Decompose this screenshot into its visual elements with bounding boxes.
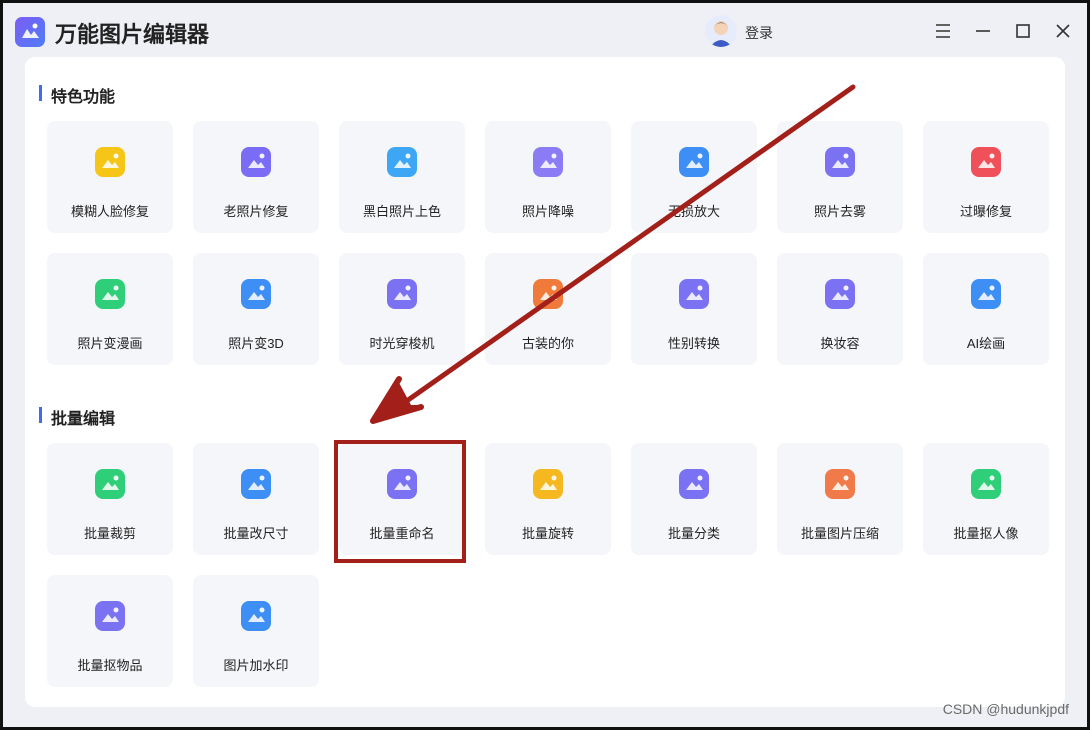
feature-card-label: 照片去雾 (813, 204, 866, 219)
login-link[interactable]: 登录 (745, 23, 773, 43)
feature-card-label: 批量裁剪 (83, 526, 136, 541)
feature-card-label: 批量旋转 (521, 526, 574, 541)
title-bar: 万能图片编辑器 登录 (3, 3, 1087, 59)
feature-card[interactable]: 无损放大 (631, 121, 757, 233)
feature-card[interactable]: 照片变漫画 (47, 253, 173, 365)
batch-crop-icon (93, 467, 127, 501)
section-title-batch: 批量编辑 (39, 405, 115, 429)
menu-button[interactable] (931, 19, 955, 43)
denoise-icon (531, 145, 565, 179)
defog-icon (823, 145, 857, 179)
maximize-button[interactable] (1011, 19, 1035, 43)
makeup-face-icon (823, 277, 857, 311)
feature-card[interactable]: 模糊人脸修复 (47, 121, 173, 233)
feature-card-label: 图片加水印 (223, 658, 289, 673)
feature-card-label: 批量图片压缩 (800, 526, 879, 541)
feature-card-label: 照片降噪 (521, 204, 574, 219)
feature-card[interactable]: 古装的你 (485, 253, 611, 365)
upscale-icon (677, 145, 711, 179)
close-button[interactable] (1051, 19, 1075, 43)
feature-card[interactable]: 图片加水印 (193, 575, 319, 687)
feature-card[interactable]: 批量抠人像 (923, 443, 1049, 555)
feature-card[interactable]: 性别转换 (631, 253, 757, 365)
feature-card[interactable]: 黑白照片上色 (339, 121, 465, 233)
batch-compress-icon (823, 467, 857, 501)
feature-card-label: 无损放大 (667, 204, 720, 219)
feature-card-label: 批量改尺寸 (223, 526, 289, 541)
app-logo-icon (15, 17, 45, 47)
feature-card-label: 批量分类 (667, 526, 720, 541)
feature-card-label: 性别转换 (667, 336, 720, 351)
feature-card[interactable]: 批量旋转 (485, 443, 611, 555)
batch-resize-icon (239, 467, 273, 501)
overexposure-repair-icon (969, 145, 1003, 179)
app-window: 万能图片编辑器 登录 特色功能 批量编辑 模糊人脸修复 老照片修复 黑白照片上色… (0, 0, 1090, 730)
feature-card[interactable]: 批量分类 (631, 443, 757, 555)
minimize-button[interactable] (971, 19, 995, 43)
watermark-text: CSDN @hudunkjpdf (942, 701, 1069, 717)
section-title-featured: 特色功能 (39, 83, 115, 107)
feature-card-label: 过曝修复 (959, 204, 1012, 219)
face-blur-repair-icon (93, 145, 127, 179)
feature-card[interactable]: 照片去雾 (777, 121, 903, 233)
feature-card-label: 批量抠物品 (77, 658, 143, 673)
app-title: 万能图片编辑器 (55, 22, 210, 47)
cube-3d-icon (239, 277, 273, 311)
user-avatar-icon[interactable] (705, 15, 737, 47)
feature-card[interactable]: 过曝修复 (923, 121, 1049, 233)
feature-card[interactable]: 批量图片压缩 (777, 443, 903, 555)
main-panel: 特色功能 批量编辑 模糊人脸修复 老照片修复 黑白照片上色 照片降噪 无损放大 照片去雾 过… (25, 57, 1065, 707)
feature-card-label: 老照片修复 (223, 204, 289, 219)
minimize-icon (976, 30, 990, 32)
batch-rotate-icon (531, 467, 565, 501)
add-watermark-icon (239, 599, 273, 633)
feature-card-label: 照片变3D (228, 336, 284, 351)
feature-card[interactable]: 批量抠物品 (47, 575, 173, 687)
feature-card[interactable]: 照片变3D (193, 253, 319, 365)
feature-card-label: 换妆容 (820, 336, 860, 351)
feature-card[interactable]: 批量裁剪 (47, 443, 173, 555)
batch-classify-icon (677, 467, 711, 501)
feature-card-label: 批量抠人像 (953, 526, 1019, 541)
feature-card[interactable]: 时光穿梭机 (339, 253, 465, 365)
cartoon-bear-icon (93, 277, 127, 311)
maximize-icon (1016, 24, 1030, 38)
batch-portrait-cutout-icon (969, 467, 1003, 501)
hamburger-menu-icon (936, 24, 950, 38)
feature-card[interactable]: 老照片修复 (193, 121, 319, 233)
feature-card-label: 黑白照片上色 (362, 204, 441, 219)
old-photo-repair-icon (239, 145, 273, 179)
highlight-box (334, 440, 466, 563)
time-machine-icon (385, 277, 419, 311)
feature-card-label: AI绘画 (966, 336, 1006, 351)
feature-card-label: 照片变漫画 (77, 336, 143, 351)
feature-card[interactable]: 批量改尺寸 (193, 443, 319, 555)
feature-card-label: 模糊人脸修复 (70, 204, 149, 219)
close-icon (1056, 24, 1070, 38)
ancient-costume-icon (531, 277, 565, 311)
feature-card[interactable]: 换妆容 (777, 253, 903, 365)
feature-card[interactable]: AI绘画 (923, 253, 1049, 365)
feature-card[interactable]: 照片降噪 (485, 121, 611, 233)
feature-card-label: 古装的你 (521, 336, 574, 351)
ai-painting-icon (969, 277, 1003, 311)
batch-object-cutout-icon (93, 599, 127, 633)
colorize-palette-icon (385, 145, 419, 179)
feature-card-label: 时光穿梭机 (369, 336, 435, 351)
gender-swap-icon (677, 277, 711, 311)
